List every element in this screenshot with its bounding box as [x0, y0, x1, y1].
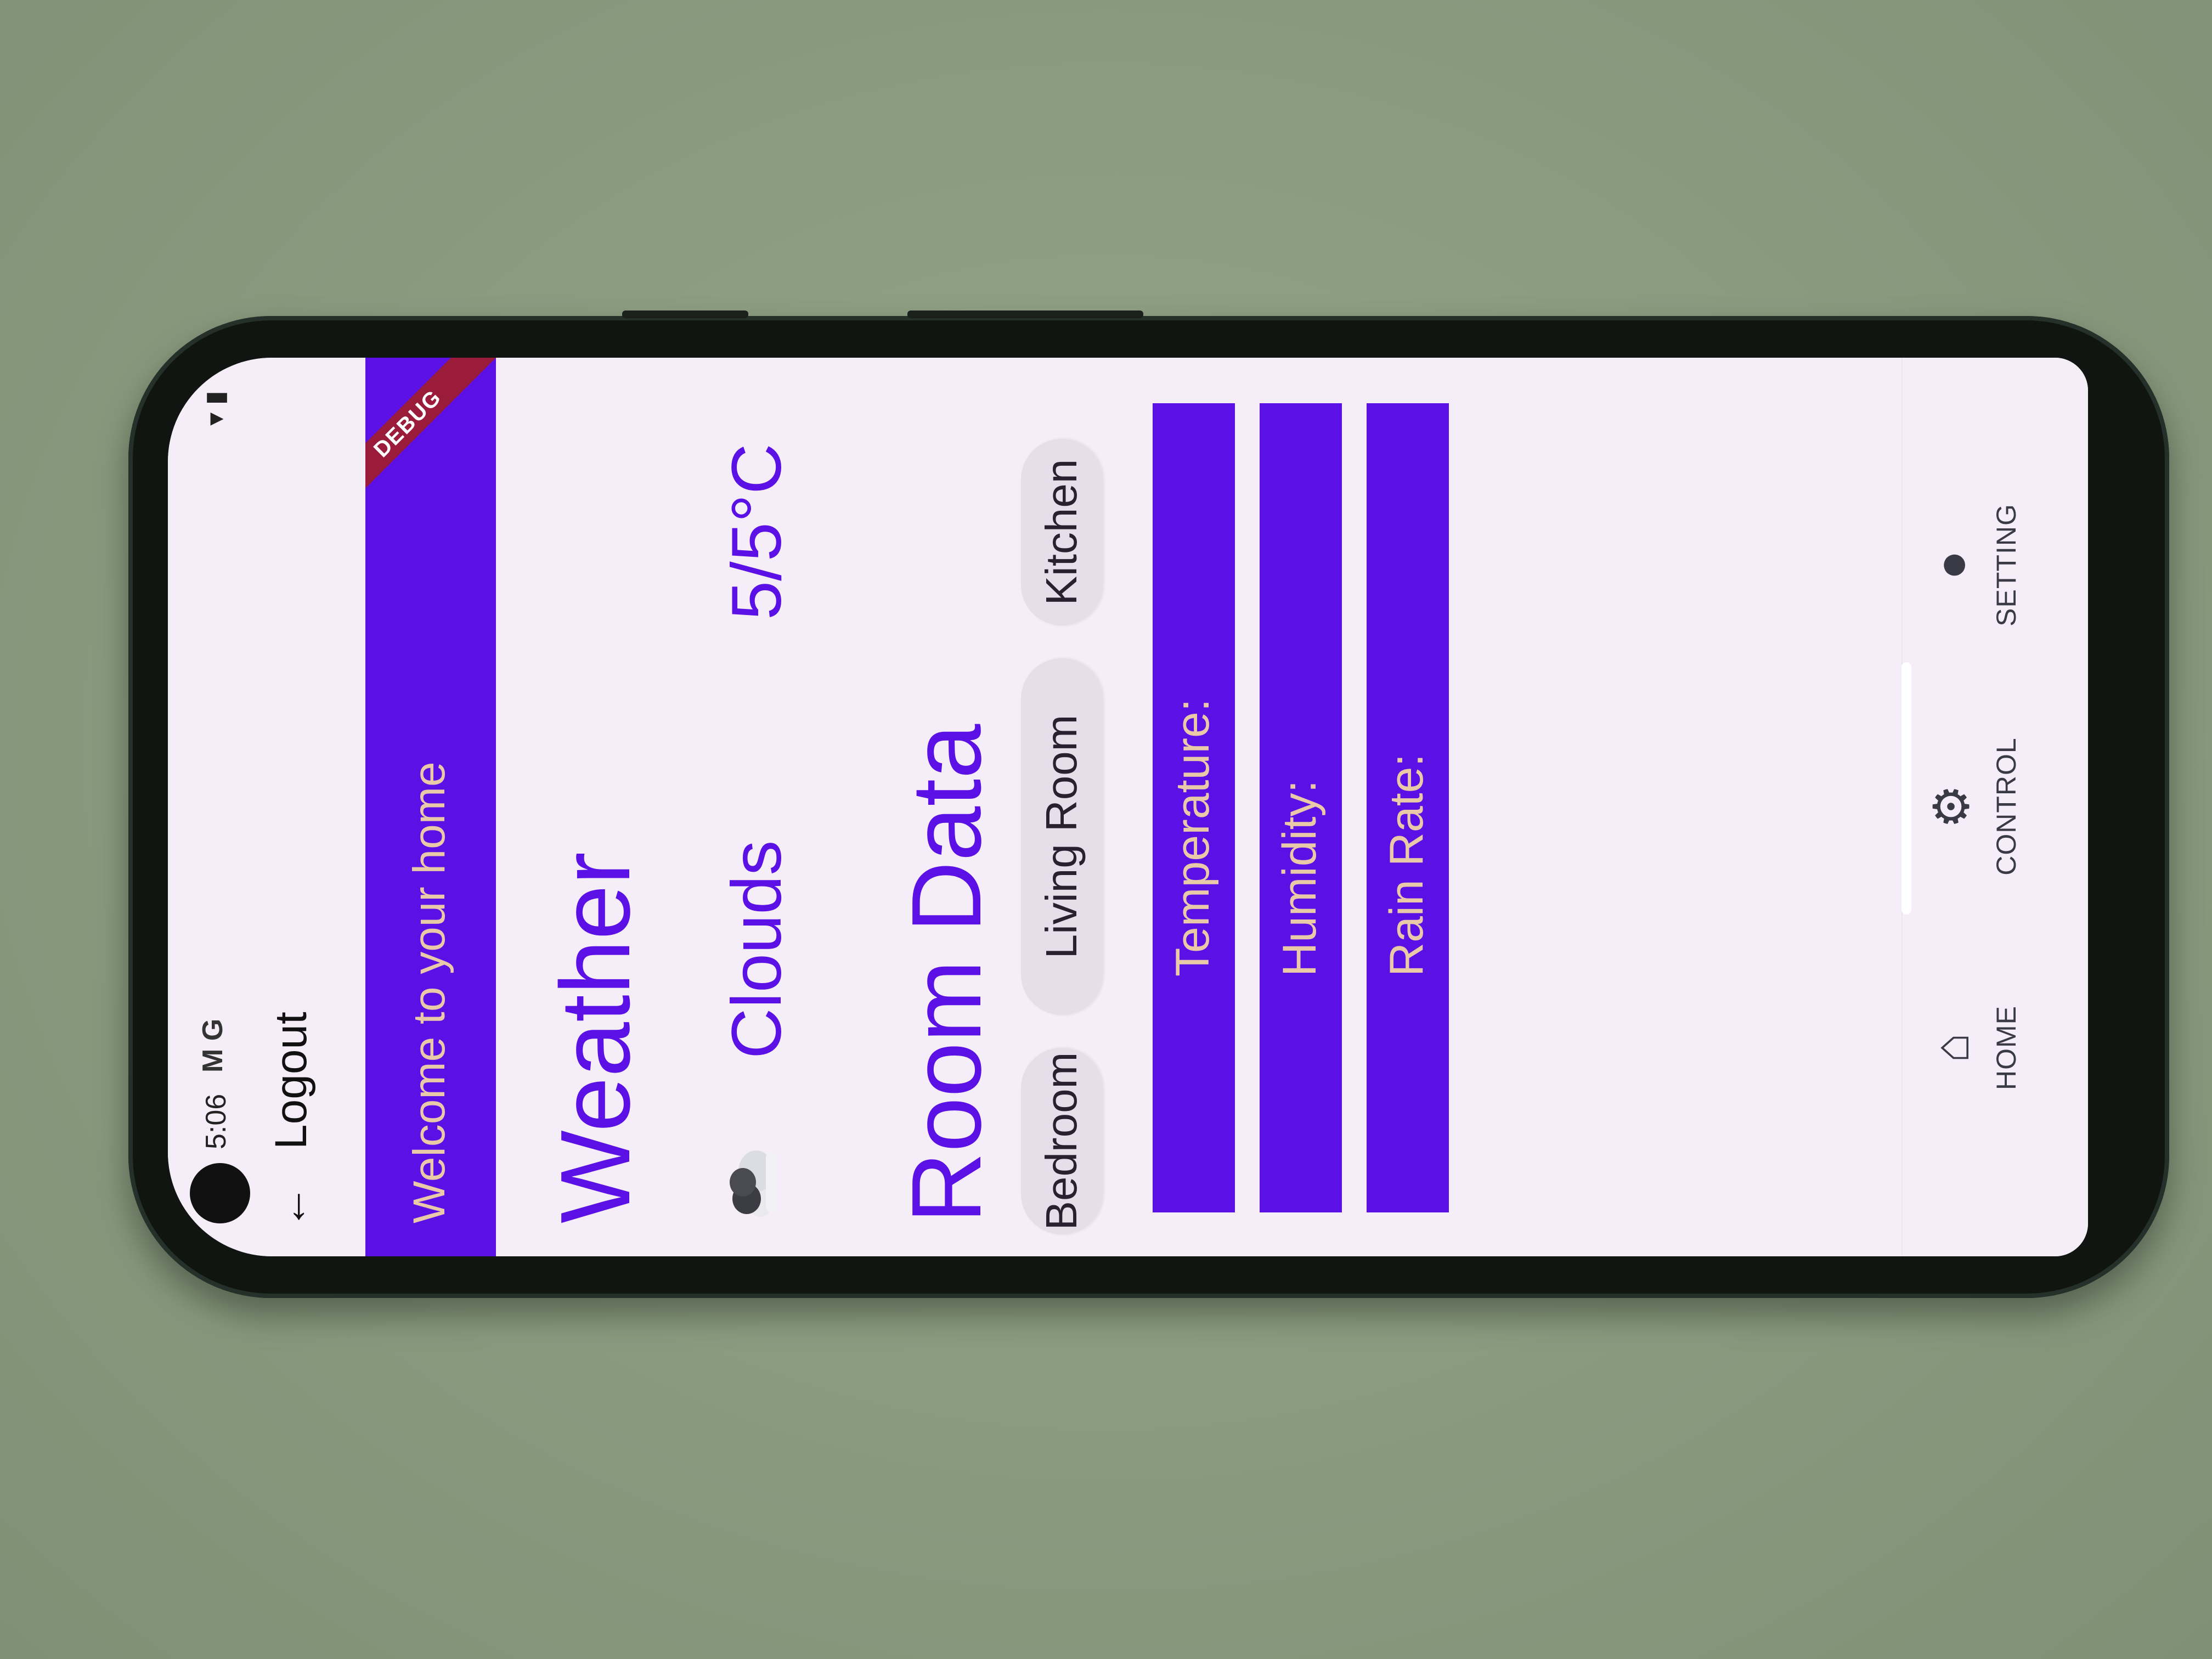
notification-icons: M G: [197, 1018, 229, 1073]
home-icon: ⌂: [1925, 1032, 1979, 1063]
app-screen: 5:06 M G ▾ ▮ ← Logout Welcome to your ho…: [168, 358, 2088, 1256]
weather-heading: Weather: [540, 851, 651, 1223]
volume-button: [622, 311, 748, 318]
app-bar: ← Logout: [250, 358, 349, 1256]
rain-rate-bar: Rain Rate:: [1367, 403, 1449, 1212]
tab-bedroom[interactable]: Bedroom: [1021, 1048, 1102, 1234]
person-icon: ●: [1925, 550, 1979, 580]
temperature-label: Temperature:: [1166, 698, 1219, 977]
humidity-label: Humidity:: [1273, 780, 1326, 977]
room-data-heading: Room Data: [891, 724, 1002, 1223]
temperature-bar: Temperature:: [1153, 403, 1235, 1212]
nav-setting[interactable]: ● SETTING: [1925, 483, 2045, 647]
room-tabs: Bedroom Living Room Kitchen: [1021, 358, 1109, 1234]
cloud-icon: [730, 1150, 777, 1217]
status-bar: 5:06 M G ▾ ▮: [168, 358, 250, 1256]
tab-kitchen[interactable]: Kitchen: [1021, 439, 1102, 625]
logout-title[interactable]: Logout: [266, 1012, 317, 1149]
nav-home[interactable]: ⌂ HOME: [1925, 966, 2045, 1130]
nav-setting-label: SETTING: [1991, 504, 2022, 627]
nav-control-label: CONTROL: [1991, 737, 2022, 876]
debug-ribbon: DEBUG: [365, 358, 496, 516]
rain-rate-label: Rain Rate:: [1380, 753, 1433, 977]
phone-screen: 5:06 M G ▾ ▮ ← Logout Welcome to your ho…: [168, 358, 2088, 1256]
nav-control[interactable]: ⚙ CONTROL: [1925, 724, 2045, 889]
welcome-banner: Welcome to your home DEBUG: [365, 358, 496, 1256]
phone-device: 5:06 M G ▾ ▮ ← Logout Welcome to your ho…: [128, 311, 2169, 1298]
power-button: [907, 311, 1143, 318]
humidity-bar: Humidity:: [1260, 403, 1342, 1212]
weather-description: Clouds: [718, 840, 796, 1059]
wifi-battery-icons: ▾ ▮: [201, 391, 230, 426]
desk-surface: 5:06 M G ▾ ▮ ← Logout Welcome to your ho…: [0, 0, 2212, 1659]
back-arrow-icon[interactable]: ←: [267, 1182, 316, 1232]
weather-temperature: 5/5°C: [718, 443, 796, 620]
gear-icon: ⚙: [1925, 784, 1979, 829]
welcome-text: Welcome to your home: [404, 761, 454, 1223]
nav-home-label: HOME: [1991, 1006, 2022, 1090]
tab-living-room[interactable]: Living Room: [1021, 658, 1102, 1015]
bottom-navigation: ⌂ HOME ⚙ CONTROL ● SETTING: [1901, 358, 2067, 1256]
weather-row: Clouds 5/5°C: [716, 390, 804, 1223]
gesture-bar[interactable]: [1901, 662, 1911, 915]
front-camera: [190, 1163, 250, 1223]
status-time: 5:06: [200, 1093, 232, 1149]
